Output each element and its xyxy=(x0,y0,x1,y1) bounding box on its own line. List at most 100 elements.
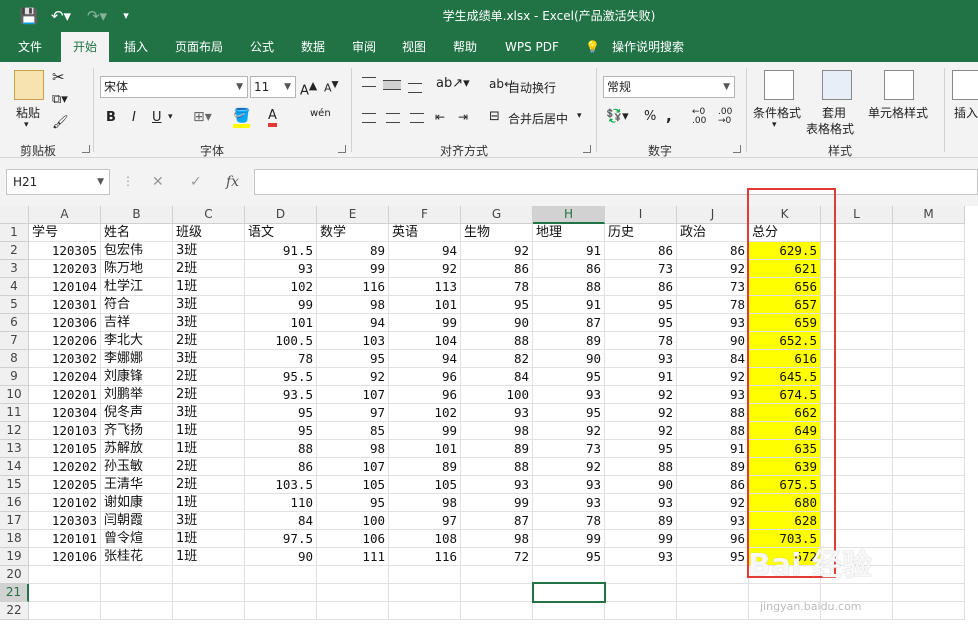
cell-b17[interactable]: 闫朝霞 xyxy=(101,512,173,530)
conditional-format-icon[interactable] xyxy=(764,70,794,100)
cell-e8[interactable]: 95 xyxy=(317,350,389,368)
cell-b19[interactable]: 张桂花 xyxy=(101,548,173,566)
cell-d21[interactable] xyxy=(245,584,317,602)
cell-e16[interactable]: 95 xyxy=(317,494,389,512)
cell-m1[interactable] xyxy=(893,224,965,242)
column-header-g[interactable]: G xyxy=(461,206,533,224)
cell-a2[interactable]: 120305 xyxy=(29,242,101,260)
cell-i17[interactable]: 89 xyxy=(605,512,677,530)
cell-c15[interactable]: 2班 xyxy=(173,476,245,494)
format-as-table-button[interactable]: 表格格式 xyxy=(806,120,854,137)
cell-e21[interactable] xyxy=(317,584,389,602)
cell-m7[interactable] xyxy=(893,332,965,350)
cell-m13[interactable] xyxy=(893,440,965,458)
cell-g12[interactable]: 98 xyxy=(461,422,533,440)
cell-d3[interactable]: 93 xyxy=(245,260,317,278)
cell-i1[interactable]: 历史 xyxy=(605,224,677,242)
border-icon[interactable]: ⊞▾ xyxy=(193,109,212,125)
row-header-6[interactable]: 6 xyxy=(0,314,29,332)
increase-indent-icon[interactable]: ⇥ xyxy=(458,110,468,124)
cell-h3[interactable]: 86 xyxy=(533,260,605,278)
cell-i19[interactable]: 93 xyxy=(605,548,677,566)
cell-d14[interactable]: 86 xyxy=(245,458,317,476)
cell-f2[interactable]: 94 xyxy=(389,242,461,260)
align-top-icon[interactable] xyxy=(362,77,376,87)
cell-d13[interactable]: 88 xyxy=(245,440,317,458)
cell-h13[interactable]: 73 xyxy=(533,440,605,458)
cell-m6[interactable] xyxy=(893,314,965,332)
cell-j5[interactable]: 78 xyxy=(677,296,749,314)
cell-h7[interactable]: 89 xyxy=(533,332,605,350)
cell-g21[interactable] xyxy=(461,584,533,602)
cell-h18[interactable]: 99 xyxy=(533,530,605,548)
cell-h11[interactable]: 95 xyxy=(533,404,605,422)
cell-j8[interactable]: 84 xyxy=(677,350,749,368)
cell-h19[interactable]: 95 xyxy=(533,548,605,566)
row-header-12[interactable]: 12 xyxy=(0,422,29,440)
cell-a11[interactable]: 120304 xyxy=(29,404,101,422)
insert-cells-button[interactable]: 插入 xyxy=(954,104,978,121)
cell-b16[interactable]: 谢如康 xyxy=(101,494,173,512)
cell-a10[interactable]: 120201 xyxy=(29,386,101,404)
cell-f4[interactable]: 113 xyxy=(389,278,461,296)
cell-b6[interactable]: 吉祥 xyxy=(101,314,173,332)
cell-j2[interactable]: 86 xyxy=(677,242,749,260)
column-header-e[interactable]: E xyxy=(317,206,389,224)
clipboard-icon[interactable] xyxy=(14,70,44,100)
cell-m18[interactable] xyxy=(893,530,965,548)
cell-h8[interactable]: 90 xyxy=(533,350,605,368)
name-box[interactable]: H21 ▼ xyxy=(6,169,110,195)
cell-m8[interactable] xyxy=(893,350,965,368)
format-as-table-icon[interactable] xyxy=(822,70,852,100)
cell-b2[interactable]: 包宏伟 xyxy=(101,242,173,260)
cell-m19[interactable] xyxy=(893,548,965,566)
cell-e12[interactable]: 85 xyxy=(317,422,389,440)
cell-d5[interactable]: 99 xyxy=(245,296,317,314)
cell-i22[interactable] xyxy=(605,602,677,620)
select-all-corner[interactable] xyxy=(0,206,29,224)
cell-b8[interactable]: 李娜娜 xyxy=(101,350,173,368)
phonetic-icon[interactable]: wén xyxy=(310,108,331,119)
row-header-16[interactable]: 16 xyxy=(0,494,29,512)
cell-j4[interactable]: 73 xyxy=(677,278,749,296)
cell-m15[interactable] xyxy=(893,476,965,494)
cell-e15[interactable]: 105 xyxy=(317,476,389,494)
cell-j10[interactable]: 93 xyxy=(677,386,749,404)
wrap-text-button[interactable]: 自动换行 xyxy=(508,79,556,96)
column-header-f[interactable]: F xyxy=(389,206,461,224)
cell-g6[interactable]: 90 xyxy=(461,314,533,332)
cell-e18[interactable]: 106 xyxy=(317,530,389,548)
cell-a17[interactable]: 120303 xyxy=(29,512,101,530)
cell-g17[interactable]: 87 xyxy=(461,512,533,530)
cell-j15[interactable]: 86 xyxy=(677,476,749,494)
cell-d22[interactable] xyxy=(245,602,317,620)
cell-g13[interactable]: 89 xyxy=(461,440,533,458)
cell-f21[interactable] xyxy=(389,584,461,602)
tab-help[interactable]: 帮助 xyxy=(453,32,477,62)
cell-a20[interactable] xyxy=(29,566,101,584)
cell-g16[interactable]: 99 xyxy=(461,494,533,512)
row-header-5[interactable]: 5 xyxy=(0,296,29,314)
cell-g3[interactable]: 86 xyxy=(461,260,533,278)
column-header-c[interactable]: C xyxy=(173,206,245,224)
cell-g22[interactable] xyxy=(461,602,533,620)
cell-i3[interactable]: 73 xyxy=(605,260,677,278)
enter-formula-button[interactable]: ✓ xyxy=(190,174,202,190)
cell-f13[interactable]: 101 xyxy=(389,440,461,458)
cell-f6[interactable]: 99 xyxy=(389,314,461,332)
cell-b13[interactable]: 苏解放 xyxy=(101,440,173,458)
cell-h5[interactable]: 91 xyxy=(533,296,605,314)
cell-m5[interactable] xyxy=(893,296,965,314)
formula-input[interactable] xyxy=(254,169,978,195)
cell-c14[interactable]: 2班 xyxy=(173,458,245,476)
cell-f17[interactable]: 97 xyxy=(389,512,461,530)
cell-a21[interactable] xyxy=(29,584,101,602)
cell-h17[interactable]: 78 xyxy=(533,512,605,530)
cell-b10[interactable]: 刘鹏举 xyxy=(101,386,173,404)
cell-g7[interactable]: 88 xyxy=(461,332,533,350)
cell-g10[interactable]: 100 xyxy=(461,386,533,404)
cell-c8[interactable]: 3班 xyxy=(173,350,245,368)
cell-d6[interactable]: 101 xyxy=(245,314,317,332)
cell-b15[interactable]: 王清华 xyxy=(101,476,173,494)
cell-m17[interactable] xyxy=(893,512,965,530)
